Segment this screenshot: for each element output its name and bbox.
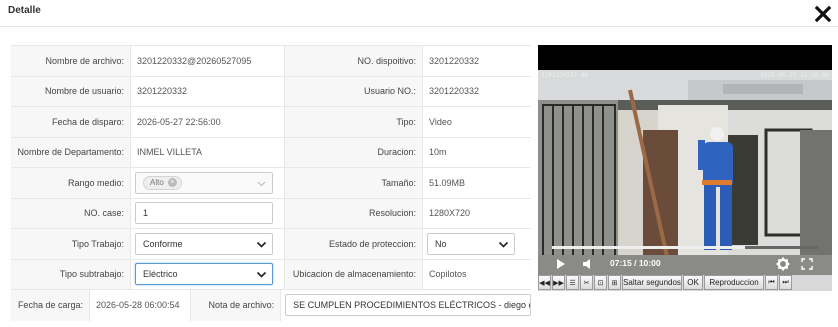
osd-timestamp: 2026-05-27 22:56:00 <box>760 72 829 79</box>
dialog-header: Detalle <box>0 0 838 27</box>
tipo-subtrabajo-select[interactable]: Eléctrico <box>135 263 273 286</box>
upload-date-value: 2026-05-28 06:00:54 <box>90 290 191 321</box>
player-toolbar: ◀◀ ▶▶ ☰ ✂ ⊡ ⊞ Saltar segundos OK Reprodu… <box>538 275 832 291</box>
username-value: 3201220332 <box>131 76 285 106</box>
detail-row: NO. case: 1 Resolucion: 1280X720 <box>11 198 531 229</box>
field-label: Duracion: <box>285 137 423 167</box>
field-label: Nombre de archivo: <box>11 46 131 76</box>
chip-label: Alto <box>150 178 164 188</box>
detail-row: Tipo Trabajo: Conforme Estado de protecc… <box>11 229 531 260</box>
gear-icon[interactable] <box>776 257 790 271</box>
rango-chip: Alto × <box>143 175 182 190</box>
chevron-down-icon <box>256 272 267 278</box>
field-label: Tamaño: <box>285 168 423 198</box>
scissors-icon[interactable]: ✂ <box>580 275 593 290</box>
field-label: Fecha de carga: <box>11 290 90 321</box>
estado-proteccion-select[interactable]: No <box>427 232 515 255</box>
video-player[interactable]: 3201220332 00 2026-05-27 22:56:00 07:15 … <box>538 45 832 290</box>
dialog-title: Detalle <box>8 5 41 16</box>
rango-medio-select[interactable]: Alto × <box>135 171 273 194</box>
select-value: Conforme <box>143 238 183 249</box>
field-label: Nota de archivo: <box>190 290 282 321</box>
tipo-trabajo-select[interactable]: Conforme <box>135 232 273 255</box>
resolution-value: 1280X720 <box>429 208 471 219</box>
field-label: Resolucion: <box>285 198 423 228</box>
play-icon[interactable] <box>556 258 566 270</box>
field-label: Nombre de usuario: <box>11 76 131 106</box>
detail-row: Nombre de Departamento: INMEL VILLETA Du… <box>11 137 531 168</box>
osd-left: 3201220332 00 <box>541 72 588 79</box>
next-frame-icon[interactable]: ⊞ <box>608 275 621 290</box>
progress-fill <box>552 246 745 249</box>
type-value: Video <box>429 116 452 127</box>
size-value: 51.09MB <box>429 177 466 188</box>
field-label: Estado de proteccion: <box>285 229 423 259</box>
chevron-down-icon <box>256 241 267 248</box>
progress-bar[interactable] <box>552 246 818 249</box>
time-readout: 07:15 / 10:00 <box>610 258 661 268</box>
case-number-input[interactable]: 1 <box>135 202 273 225</box>
field-label: Tipo Trabajo: <box>11 229 131 259</box>
department-value: INMEL VILLETA <box>131 137 285 167</box>
step-forward-icon[interactable]: ▶▶ <box>552 275 565 290</box>
detail-grid: Nombre de archivo: 3201220332@2026052709… <box>11 45 531 321</box>
user-number-value: 3201220332 <box>429 86 480 97</box>
storage-location-value: Copilotos <box>429 269 467 280</box>
field-label: NO. dispoitivo: <box>285 46 423 76</box>
field-label: Tipo: <box>285 107 423 137</box>
field-label: Rango medio: <box>11 168 131 198</box>
list-icon[interactable]: ☰ <box>566 275 579 290</box>
ok-button[interactable]: OK <box>683 275 703 290</box>
field-label: Ubicacion de almacenamiento: <box>285 259 423 289</box>
skip-end-icon[interactable]: ⏭ <box>779 275 792 290</box>
field-label: Tipo subtrabajo: <box>11 259 131 289</box>
detail-row: Tipo subtrabajo: Eléctrico Ubicacion de … <box>11 259 531 290</box>
saltar-segundos-button[interactable]: Saltar segundos <box>622 275 682 290</box>
step-back-icon[interactable]: ◀◀ <box>538 275 551 290</box>
reproduccion-button[interactable]: Reproduccion <box>704 275 764 290</box>
field-label: Fecha de disparo: <box>11 107 131 137</box>
prev-frame-icon[interactable]: ⊡ <box>594 275 607 290</box>
skip-start-icon[interactable]: ⏮ <box>765 275 778 290</box>
chevron-down-icon <box>498 241 509 248</box>
detail-row: Nombre de usuario: 3201220332 Usuario NO… <box>11 76 531 107</box>
detail-row: Rango medio: Alto × Tamaño: 51.09MB <box>11 168 531 199</box>
chip-remove-icon[interactable]: × <box>167 178 177 188</box>
field-label: Nombre de Departamento: <box>11 137 131 167</box>
fullscreen-icon[interactable] <box>801 258 813 270</box>
detail-row: Fecha de carga: 2026-05-28 06:00:54 Nota… <box>11 290 531 321</box>
filename-value: 3201220332@20260527095 <box>131 46 285 76</box>
close-icon[interactable] <box>814 5 832 23</box>
field-label: NO. case: <box>11 198 131 228</box>
volume-icon[interactable] <box>582 258 594 270</box>
file-note-input[interactable]: SE CUMPLEN PROCEDIMIENTOS ELÉCTRICOS - d… <box>285 294 531 317</box>
chevron-down-icon <box>257 181 266 186</box>
trigger-date-value: 2026-05-27 22:56:00 <box>131 107 285 137</box>
field-label: Usuario NO.: <box>285 76 423 106</box>
select-value: No <box>435 238 447 249</box>
detail-row: Nombre de archivo: 3201220332@2026052709… <box>11 46 531 77</box>
select-value: Eléctrico <box>143 269 178 280</box>
device-number-value: 3201220332 <box>429 55 480 66</box>
detail-row: Fecha de disparo: 2026-05-27 22:56:00 Ti… <box>11 107 531 138</box>
duration-value: 10m <box>429 147 447 158</box>
